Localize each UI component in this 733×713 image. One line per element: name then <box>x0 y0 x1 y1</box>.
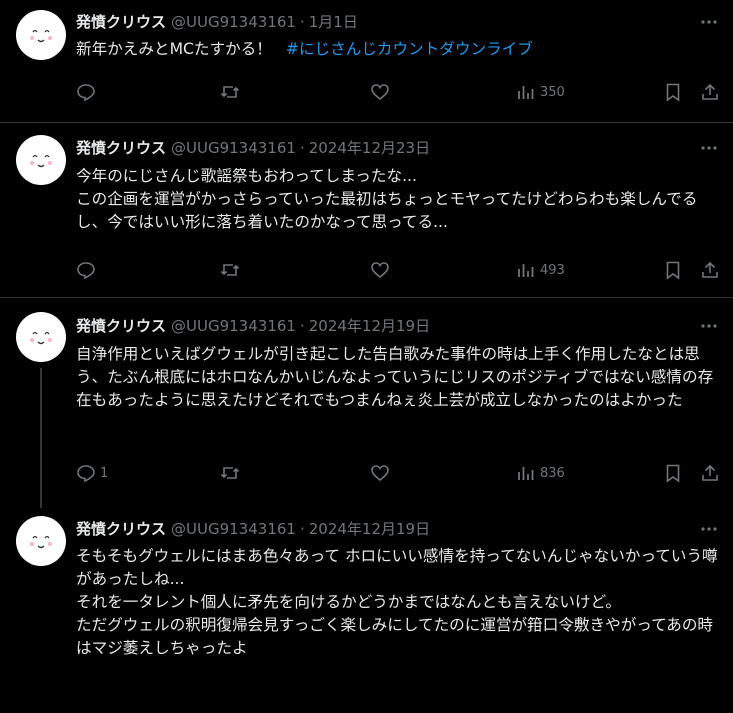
tweet-date[interactable]: 1月1日 <box>309 13 358 31</box>
views-button[interactable]: 493 <box>516 260 565 280</box>
share-button[interactable] <box>700 260 720 280</box>
like-button[interactable] <box>370 463 390 483</box>
tweet[interactable]: 発憤クリウス @UUG91343161 · 2024年12月19日 そもそもグウェルに… <box>0 508 733 713</box>
view-count: 836 <box>540 465 565 481</box>
tweet-text-content: 新年かえみとMCたすかる！ <box>76 40 272 58</box>
more-options-icon[interactable] <box>699 519 719 539</box>
share-icon <box>702 83 718 100</box>
retweet-button[interactable] <box>220 463 240 483</box>
tweet-date[interactable]: 2024年12月19日 <box>309 317 430 335</box>
separator-dot: · <box>299 317 305 335</box>
like-button[interactable] <box>370 260 390 280</box>
more-options-icon[interactable] <box>699 138 719 158</box>
bookmark-button[interactable] <box>663 82 683 102</box>
display-name[interactable]: 発憤クリウス <box>76 139 166 157</box>
bookmark-button[interactable] <box>663 463 683 483</box>
analytics-icon <box>518 86 534 99</box>
tweet-date[interactable]: 2024年12月19日 <box>309 520 430 538</box>
view-count: 493 <box>540 262 565 278</box>
tweet-actions: 1 836 <box>76 463 726 483</box>
avatar[interactable] <box>16 516 66 566</box>
hashtag-link[interactable]: #にじさんじカウントダウンライブ <box>286 40 533 58</box>
view-count: 350 <box>540 84 565 100</box>
share-button[interactable] <box>700 82 720 102</box>
reply-icon <box>77 84 95 102</box>
user-handle[interactable]: @UUG91343161 <box>171 13 296 31</box>
separator-dot: · <box>299 13 305 31</box>
tweet-date[interactable]: 2024年12月23日 <box>309 139 430 157</box>
heart-icon <box>371 465 389 482</box>
tweet-header: 発憤クリウス @UUG91343161 · 1月1日 <box>76 12 358 32</box>
views-button[interactable]: 836 <box>516 463 565 483</box>
share-button[interactable] <box>700 463 720 483</box>
separator-dot: · <box>299 139 305 157</box>
avatar[interactable] <box>16 312 66 362</box>
bookmark-icon <box>666 83 680 102</box>
tweet-header: 発憤クリウス @UUG91343161 · 2024年12月19日 <box>76 316 430 336</box>
display-name[interactable]: 発憤クリウス <box>76 520 166 538</box>
tweet[interactable]: 発憤クリウス @UUG91343161 · 1月1日 新年かえみとMCたすかる！ #にじ… <box>0 0 733 122</box>
more-options-icon[interactable] <box>699 12 719 32</box>
analytics-icon <box>518 264 534 277</box>
share-icon <box>702 261 718 278</box>
display-name[interactable]: 発憤クリウス <box>76 317 166 335</box>
reply-icon <box>77 465 95 483</box>
avatar[interactable] <box>16 10 66 60</box>
tweet[interactable]: 発憤クリウス @UUG91343161 · 2024年12月23日 今年のにじさんじ歌… <box>0 123 733 297</box>
heart-icon <box>371 262 389 279</box>
user-handle[interactable]: @UUG91343161 <box>171 317 296 335</box>
reply-button[interactable]: 1 <box>76 463 108 483</box>
user-handle[interactable]: @UUG91343161 <box>171 520 296 538</box>
bookmark-icon <box>666 261 680 280</box>
tweet-text: 新年かえみとMCたすかる！ #にじさんじカウントダウンライブ <box>76 38 721 61</box>
tweet-text: そもそもグウェルにはまあ色々あって ホロにいい感情を持ってないんじゃないかってい… <box>76 547 718 657</box>
tweet-actions: 493 <box>76 260 726 280</box>
heart-icon <box>371 84 389 101</box>
reply-button[interactable] <box>76 260 100 280</box>
tweet[interactable]: 発憤クリウス @UUG91343161 · 2024年12月19日 自浄作用といえばグ… <box>0 298 733 508</box>
retweet-button[interactable] <box>220 82 240 102</box>
tweet-header: 発憤クリウス @UUG91343161 · 2024年12月23日 <box>76 138 430 158</box>
reply-count: 1 <box>100 465 109 481</box>
more-options-icon[interactable] <box>699 316 719 336</box>
tweet-actions: 350 <box>76 82 726 102</box>
tweet-header: 発憤クリウス @UUG91343161 · 2024年12月19日 <box>76 519 430 539</box>
share-icon <box>702 464 718 481</box>
tweet-text: 今年のにじさんじ歌謡祭もおわってしまったな... この企画を運営がかっさらってい… <box>76 167 698 231</box>
retweet-icon <box>220 467 240 479</box>
retweet-icon <box>220 86 240 98</box>
reply-icon <box>77 262 95 280</box>
retweet-icon <box>220 264 240 276</box>
avatar[interactable] <box>16 135 66 185</box>
avatar-face-icon <box>30 535 52 549</box>
display-name[interactable]: 発憤クリウス <box>76 13 166 31</box>
bookmark-icon <box>666 464 680 483</box>
avatar-face-icon <box>30 331 52 345</box>
separator-dot: · <box>299 520 305 538</box>
user-handle[interactable]: @UUG91343161 <box>171 139 296 157</box>
like-button[interactable] <box>370 82 390 102</box>
views-button[interactable]: 350 <box>516 82 565 102</box>
analytics-icon <box>518 467 534 480</box>
tweet-text: 自浄作用といえばグウェルが引き起こした告白歌みた事件の時は上手く作用したなとは思… <box>76 345 714 409</box>
reply-button[interactable] <box>76 82 100 102</box>
avatar-face-icon <box>30 29 52 43</box>
avatar-face-icon <box>30 154 52 168</box>
retweet-button[interactable] <box>220 260 240 280</box>
bookmark-button[interactable] <box>663 260 683 280</box>
